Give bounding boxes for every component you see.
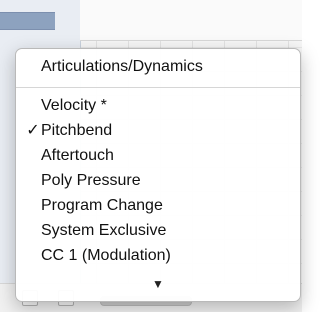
menu-item-label: Program Change [41,197,163,214]
menu-item-system-exclusive[interactable]: System Exclusive [16,218,300,243]
menu-item-label: Poly Pressure [41,172,141,189]
menu-item-velocity[interactable]: Velocity * [16,93,300,118]
menu-item-program-change[interactable]: Program Change [16,193,300,218]
controller-lane-popup-menu: Articulations/Dynamics Velocity * ✓ Pitc… [15,48,301,302]
menu-separator [16,87,300,88]
menu-item-cc1-modulation[interactable]: CC 1 (Modulation) [16,243,300,268]
menu-item-label: Aftertouch [41,147,114,164]
checkmark-icon: ✓ [26,122,40,139]
menu-item-label: CC 1 (Modulation) [41,247,171,264]
menu-items: Velocity * ✓ Pitchbend Aftertouch Poly P… [16,93,300,268]
scroll-down-indicator-icon[interactable]: ▼ [16,277,300,291]
selected-lane-highlight [0,12,55,30]
menu-item-poly-pressure[interactable]: Poly Pressure [16,168,300,193]
menu-item-aftertouch[interactable]: Aftertouch [16,143,300,168]
menu-item-label: System Exclusive [41,222,167,239]
menu-header: Articulations/Dynamics [16,49,300,85]
timeline-strip [80,0,302,41]
menu-item-label: Pitchbend [41,122,113,139]
menu-item-pitchbend[interactable]: ✓ Pitchbend [16,118,300,143]
menu-header-label: Articulations/Dynamics [41,58,203,75]
menu-item-label: Velocity * [41,97,107,114]
